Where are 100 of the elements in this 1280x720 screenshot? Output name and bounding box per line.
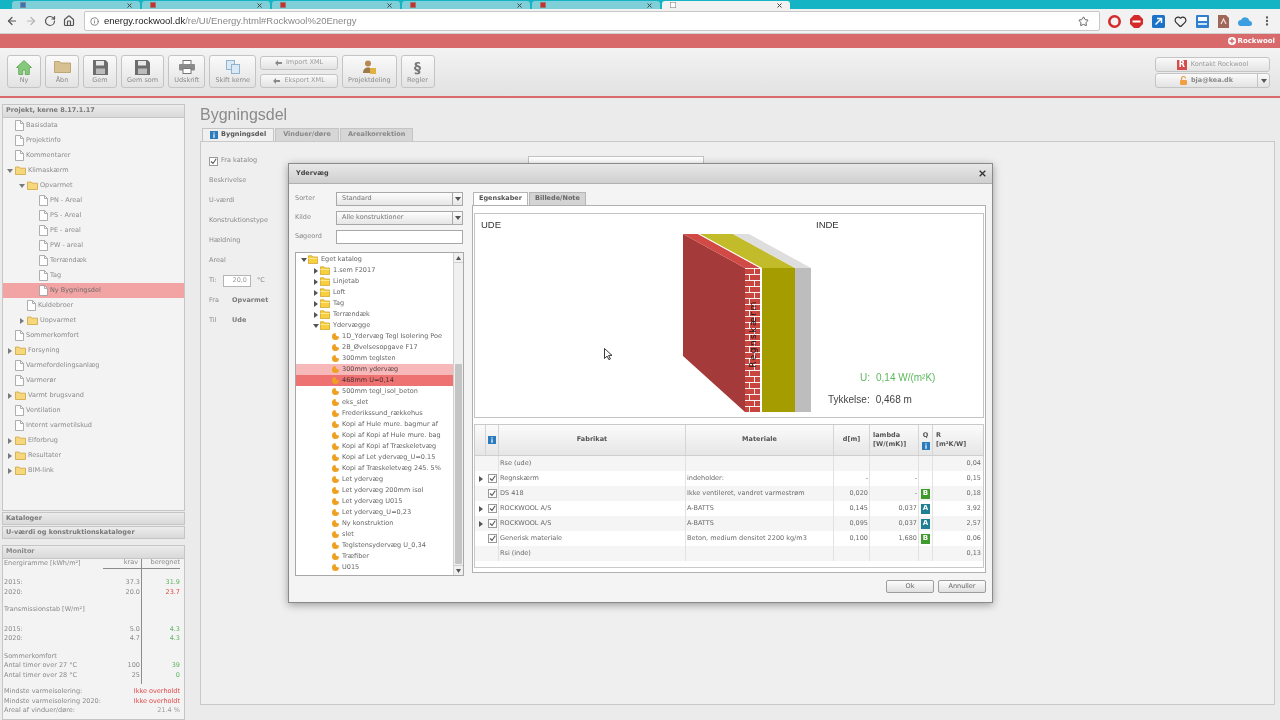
u-value-label: U: [860, 372, 870, 384]
close-icon[interactable] [647, 2, 652, 8]
folder-icon [53, 60, 71, 73]
caret-right-icon[interactable] [477, 475, 484, 482]
folder-icon [27, 181, 38, 190]
folder-icon [308, 255, 318, 264]
u-value: 0,14 W/(m²K) [876, 372, 936, 384]
caret-right-icon[interactable] [7, 437, 13, 444]
side-label: INDE [816, 219, 839, 231]
layer-label: Regnskærm [748, 300, 758, 368]
folder-icon [15, 391, 26, 400]
page-icon [15, 330, 24, 341]
folder-icon [15, 436, 26, 445]
close-icon[interactable] [127, 2, 132, 8]
folder-icon [320, 299, 330, 308]
stop-sign-icon[interactable] [1130, 14, 1143, 28]
page-icon [39, 240, 48, 251]
page-title: Bygningsdel [200, 105, 288, 125]
caret-down-icon [1260, 77, 1267, 84]
folder-icon [320, 321, 330, 330]
windows-icon [225, 60, 240, 74]
browser-tab[interactable] [142, 1, 270, 9]
house-icon [16, 60, 32, 75]
folder-icon [320, 288, 330, 297]
page-icon [15, 135, 24, 146]
close-icon[interactable] [777, 2, 782, 8]
close-icon[interactable] [257, 2, 262, 8]
home-icon[interactable] [63, 15, 75, 27]
checkbox[interactable] [487, 534, 497, 543]
page-icon [39, 270, 48, 281]
thickness-label: Tykkelse: [828, 394, 870, 406]
caret-down-icon [454, 196, 461, 202]
side-label: UDE [481, 219, 502, 231]
folder-icon [15, 451, 26, 460]
address-field[interactable]: energy.rockwool.dk/re/UI/Energy.html#Rockwool%20Energy [84, 11, 1100, 31]
caret-down-icon[interactable] [19, 182, 25, 189]
arrow-square-icon[interactable] [1152, 14, 1165, 28]
folder-icon [27, 316, 38, 325]
tile-icon[interactable] [1196, 14, 1209, 28]
close-icon[interactable] [387, 2, 392, 8]
scroll-down-button[interactable] [454, 565, 463, 575]
checkbox[interactable] [209, 156, 218, 166]
printer-icon [178, 60, 195, 74]
heart-icon[interactable] [1174, 14, 1187, 28]
thickness-value: 0,468 m [875, 394, 912, 406]
caret-right-icon[interactable] [7, 392, 13, 399]
caret-right-icon[interactable] [477, 520, 484, 527]
caret-right-icon[interactable] [7, 452, 13, 459]
document-icon[interactable] [1218, 14, 1229, 28]
info-icon [488, 436, 496, 444]
checkbox[interactable] [487, 519, 497, 528]
page-icon [15, 375, 24, 386]
caret-down-icon[interactable] [7, 167, 13, 174]
page-icon [15, 360, 24, 371]
page-icon [27, 300, 36, 311]
logo-icon [1227, 37, 1236, 45]
close-icon[interactable] [979, 170, 986, 177]
reload-icon[interactable] [44, 15, 56, 27]
text-field[interactable] [528, 156, 704, 163]
caret-right-icon[interactable] [19, 317, 25, 324]
checkbox[interactable] [487, 474, 497, 483]
info-icon [921, 441, 930, 450]
page-icon [39, 255, 48, 266]
scroll-up-button[interactable] [454, 253, 463, 263]
browser-tab[interactable] [272, 1, 400, 9]
back-icon[interactable] [6, 15, 18, 27]
browser-tab[interactable] [532, 1, 660, 9]
arrow-up-icon [456, 255, 461, 260]
folder-icon [320, 310, 330, 319]
folder-icon [320, 277, 330, 286]
info-icon[interactable] [90, 16, 99, 26]
star-icon[interactable] [1078, 15, 1089, 27]
caret-right-icon[interactable] [7, 347, 13, 354]
search-field[interactable] [336, 230, 463, 244]
page-icon [15, 420, 24, 431]
arrow-icon [274, 60, 282, 66]
cloud-icon[interactable] [1238, 16, 1252, 26]
page-icon [15, 405, 24, 416]
padlock-icon [1179, 76, 1187, 85]
scrollbar-thumb[interactable] [455, 364, 462, 564]
checkbox[interactable] [487, 504, 497, 513]
page-icon [39, 225, 48, 236]
person-lock-icon [362, 60, 377, 74]
caret-down-icon [454, 215, 461, 221]
page-icon [15, 120, 24, 131]
browser-tab[interactable] [402, 1, 530, 9]
page-icon [39, 195, 48, 206]
page-icon [15, 150, 24, 161]
folder-icon [320, 266, 330, 275]
ring-icon[interactable] [1108, 14, 1121, 28]
mouse-pointer-icon [604, 348, 612, 360]
caret-right-icon[interactable] [7, 467, 13, 474]
page-icon [39, 285, 48, 296]
section-sign-icon: § [414, 60, 421, 74]
close-icon[interactable] [517, 2, 522, 8]
brand-logo: R [1176, 59, 1187, 70]
arrow-down-icon [456, 568, 461, 573]
caret-right-icon[interactable] [477, 505, 484, 512]
arrow-icon [273, 78, 281, 84]
checkbox[interactable] [487, 489, 497, 498]
